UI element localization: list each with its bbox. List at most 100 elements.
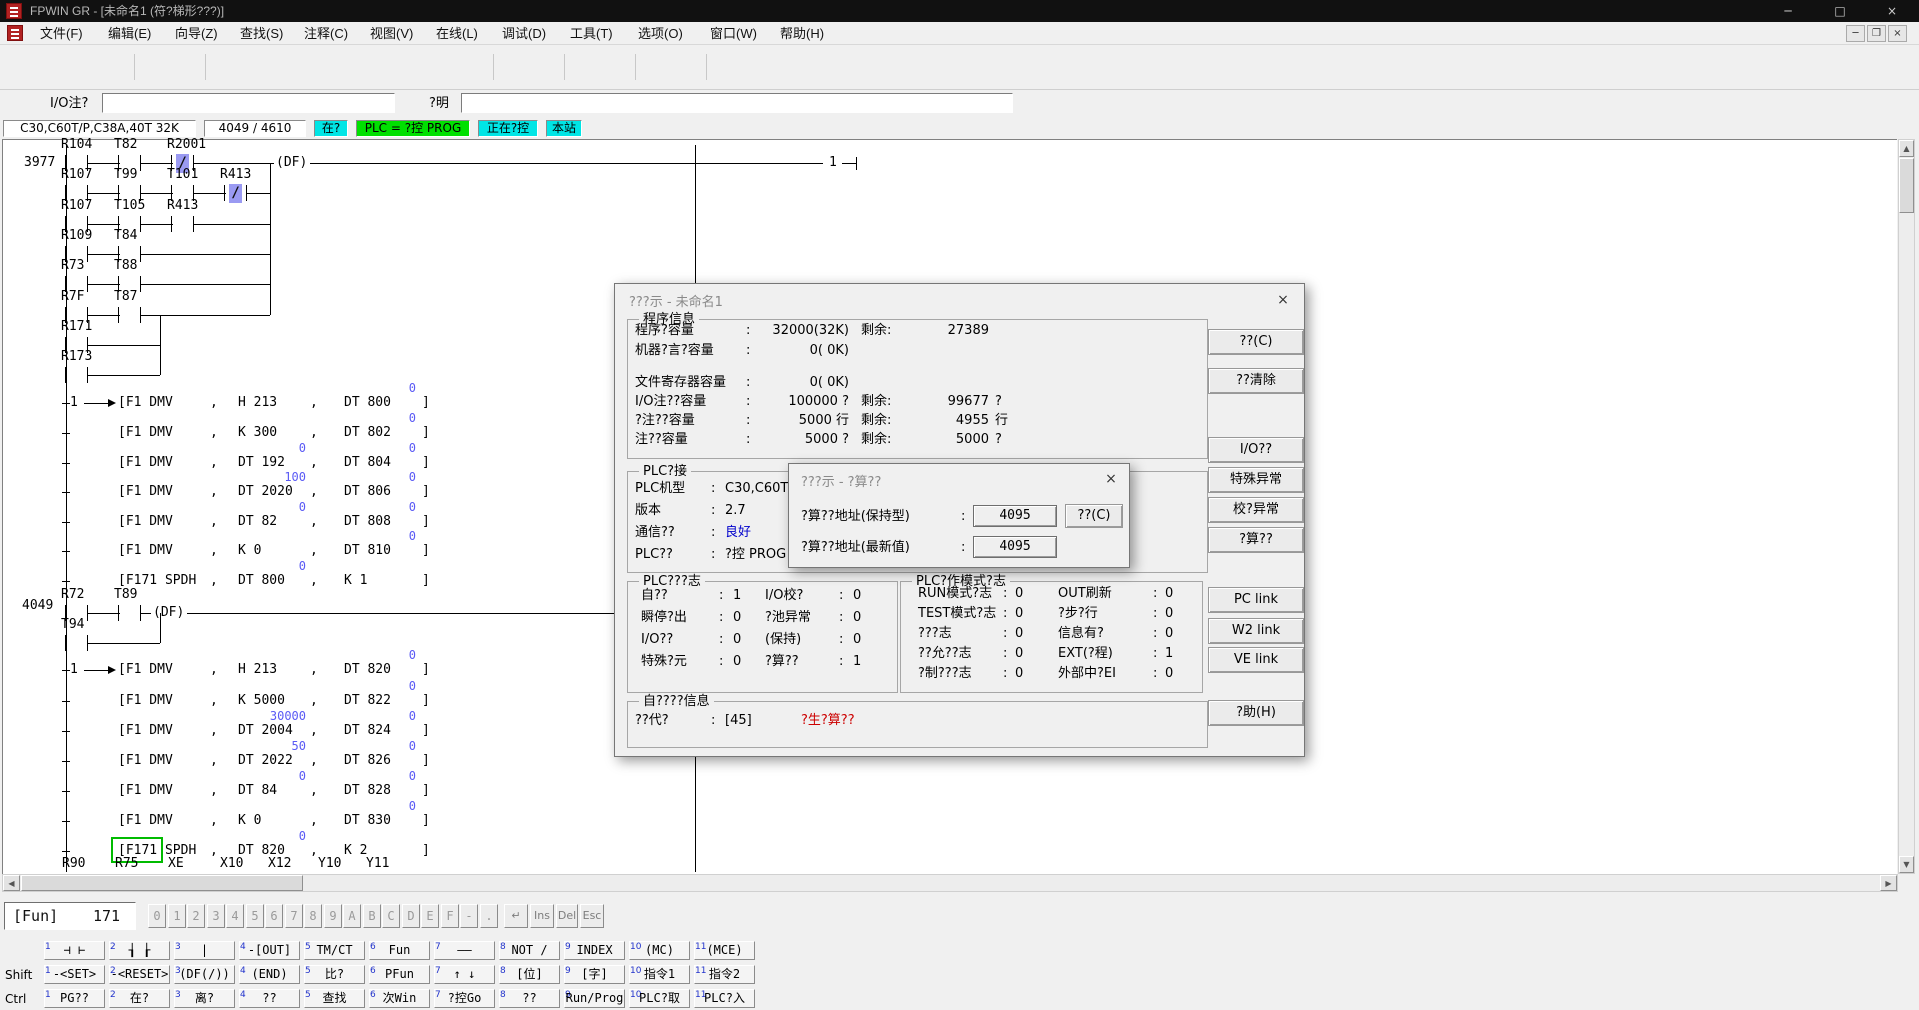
- scroll-down-arrow[interactable]: ▼: [1899, 856, 1914, 873]
- delete-key[interactable]: Del: [556, 904, 578, 928]
- fn-row2-key-3[interactable]: 3(DF(/)): [174, 965, 235, 984]
- insert-key[interactable]: Ins: [530, 904, 554, 928]
- escape-key[interactable]: Esc: [580, 904, 604, 928]
- sub-dialog-confirm-button[interactable]: ??(C): [1065, 504, 1123, 528]
- horizontal-scroll-thumb[interactable]: [21, 875, 303, 891]
- fn-row2-key-9[interactable]: 9[字]: [564, 965, 625, 984]
- fn-row1-key-1[interactable]: 1⊣ ⊢: [44, 941, 105, 960]
- menu-item-9[interactable]: 工具(T): [570, 22, 613, 45]
- fn-row3-key-7[interactable]: 7?控Go: [434, 989, 495, 1008]
- fn-row3-key-5[interactable]: 5查找: [304, 989, 365, 1008]
- fn-row1-key-5[interactable]: 5TM/CT: [304, 941, 365, 960]
- hold-address-value[interactable]: 4095: [973, 505, 1057, 527]
- dialog-close-icon[interactable]: ×: [1270, 289, 1296, 311]
- scroll-left-arrow[interactable]: ◀: [3, 875, 20, 891]
- operand2-DT822: DT 822: [344, 693, 391, 709]
- operation-memory-button[interactable]: ?算??: [1208, 527, 1304, 553]
- fn-row2-key-8[interactable]: 8[位]: [499, 965, 560, 984]
- maximize-button[interactable]: □: [1815, 0, 1865, 22]
- menu-item-3[interactable]: 向导(Z): [175, 22, 218, 45]
- menu-item-12[interactable]: 帮助(H): [780, 22, 824, 45]
- confirm-button[interactable]: ??(C): [1208, 329, 1304, 355]
- vertical-scrollbar[interactable]: ▲ ▼: [1898, 139, 1915, 874]
- instruction-entry-box[interactable]: [Fun] 171: [4, 902, 136, 930]
- fn-row3-key-1[interactable]: 1PG??: [44, 989, 105, 1008]
- latest-address-value[interactable]: 4095: [973, 536, 1057, 558]
- fn-row1-key-4[interactable]: 4-[OUT]: [239, 941, 300, 960]
- hex-key-1[interactable]: 1: [168, 904, 186, 928]
- hex-key-C[interactable]: C: [382, 904, 400, 928]
- special-error-button[interactable]: 特殊异常: [1208, 467, 1304, 493]
- fn-row3-key-11[interactable]: 11PLC?入: [694, 989, 755, 1008]
- hex-key-A[interactable]: A: [343, 904, 361, 928]
- fn-row1-key-10[interactable]: 10(MC): [629, 941, 690, 960]
- horizontal-scrollbar[interactable]: ◀ ▶: [2, 874, 1898, 892]
- fn-row1-key-2[interactable]: 2┧ ┟: [109, 941, 170, 960]
- menu-item-7[interactable]: 在线(L): [436, 22, 478, 45]
- fn-row3-key-6[interactable]: 6次Win: [369, 989, 430, 1008]
- fn-row1-key-9[interactable]: 9INDEX: [564, 941, 625, 960]
- hex-key-5[interactable]: 5: [246, 904, 264, 928]
- fn-row1-key-6[interactable]: 6Fun: [369, 941, 430, 960]
- menu-item-2[interactable]: 编辑(E): [108, 22, 151, 45]
- fn-row3-key-3[interactable]: 3离?: [174, 989, 235, 1008]
- hex-key-8[interactable]: 8: [304, 904, 322, 928]
- fn-row2-key-5[interactable]: 5比?: [304, 965, 365, 984]
- w2-link-button[interactable]: W2 link: [1208, 618, 1304, 644]
- menu-item-10[interactable]: 选项(O): [638, 22, 683, 45]
- scroll-up-arrow[interactable]: ▲: [1899, 140, 1914, 157]
- enter-key[interactable]: ↵: [504, 904, 528, 928]
- menu-item-5[interactable]: 注释(C): [304, 22, 348, 45]
- mdi-minimize-icon[interactable]: ─: [1846, 25, 1865, 42]
- hex-key-7[interactable]: 7: [285, 904, 303, 928]
- close-button[interactable]: ×: [1867, 0, 1917, 22]
- verify-error-button[interactable]: 校?异常: [1208, 497, 1304, 523]
- sub-dialog-close-icon[interactable]: ×: [1099, 469, 1123, 489]
- fn-row2-key-4[interactable]: 4(END): [239, 965, 300, 984]
- fn-row3-key-9[interactable]: 9Run/Prog: [564, 989, 625, 1008]
- error-clear-button[interactable]: ??清除: [1208, 368, 1304, 394]
- fn-row2-key-2[interactable]: 2-<RESET>: [109, 965, 170, 984]
- fn-row3-key-2[interactable]: 2在?: [109, 989, 170, 1008]
- menu-item-6[interactable]: 视图(V): [370, 22, 413, 45]
- mdi-restore-icon[interactable]: ❐: [1867, 25, 1886, 42]
- io-comment-input[interactable]: [102, 93, 395, 113]
- scroll-right-arrow[interactable]: ▶: [1880, 875, 1897, 891]
- fn-row2-key-6[interactable]: 6PFun: [369, 965, 430, 984]
- hex-key-E[interactable]: E: [421, 904, 439, 928]
- hex-key-9[interactable]: 9: [324, 904, 342, 928]
- io-check-button[interactable]: I/O??: [1208, 437, 1304, 463]
- hex-key-6[interactable]: 6: [265, 904, 283, 928]
- fn-row2-key-10[interactable]: 10指令1: [629, 965, 690, 984]
- mdi-close-icon[interactable]: ×: [1888, 25, 1907, 42]
- fn-row2-key-11[interactable]: 11指令2: [694, 965, 755, 984]
- fn-row1-key-7[interactable]: 7——: [434, 941, 495, 960]
- hex-key--[interactable]: -: [460, 904, 478, 928]
- fn-row1-key-3[interactable]: 3|: [174, 941, 235, 960]
- hex-key-2[interactable]: 2: [187, 904, 205, 928]
- fn-row1-key-8[interactable]: 8NOT /: [499, 941, 560, 960]
- hex-key-3[interactable]: 3: [207, 904, 225, 928]
- minimize-button[interactable]: ─: [1763, 0, 1813, 22]
- fn-row3-key-8[interactable]: 8??: [499, 989, 560, 1008]
- help-button[interactable]: ?助(H): [1208, 700, 1304, 726]
- description-input[interactable]: [461, 93, 1013, 113]
- pc-link-button[interactable]: PC link: [1208, 587, 1304, 613]
- hex-key-0[interactable]: 0: [148, 904, 166, 928]
- ve-link-button[interactable]: VE link: [1208, 647, 1304, 673]
- menu-item-1[interactable]: 文件(F): [40, 22, 83, 45]
- fn-row1-key-11[interactable]: 11(MCE): [694, 941, 755, 960]
- fn-row3-key-4[interactable]: 4??: [239, 989, 300, 1008]
- menu-item-11[interactable]: 窗口(W): [710, 22, 757, 45]
- hex-key-.[interactable]: .: [480, 904, 498, 928]
- fn-row3-key-10[interactable]: 10PLC?取: [629, 989, 690, 1008]
- fn-row2-key-7[interactable]: 7↑ ↓: [434, 965, 495, 984]
- hex-key-4[interactable]: 4: [226, 904, 244, 928]
- hex-key-B[interactable]: B: [363, 904, 381, 928]
- vertical-scroll-thumb[interactable]: [1899, 158, 1914, 213]
- hex-key-F[interactable]: F: [441, 904, 459, 928]
- menu-item-4[interactable]: 查找(S): [240, 22, 283, 45]
- hex-key-D[interactable]: D: [402, 904, 420, 928]
- fn-row2-key-1[interactable]: 1-<SET>: [44, 965, 105, 984]
- menu-item-8[interactable]: 调试(D): [502, 22, 546, 45]
